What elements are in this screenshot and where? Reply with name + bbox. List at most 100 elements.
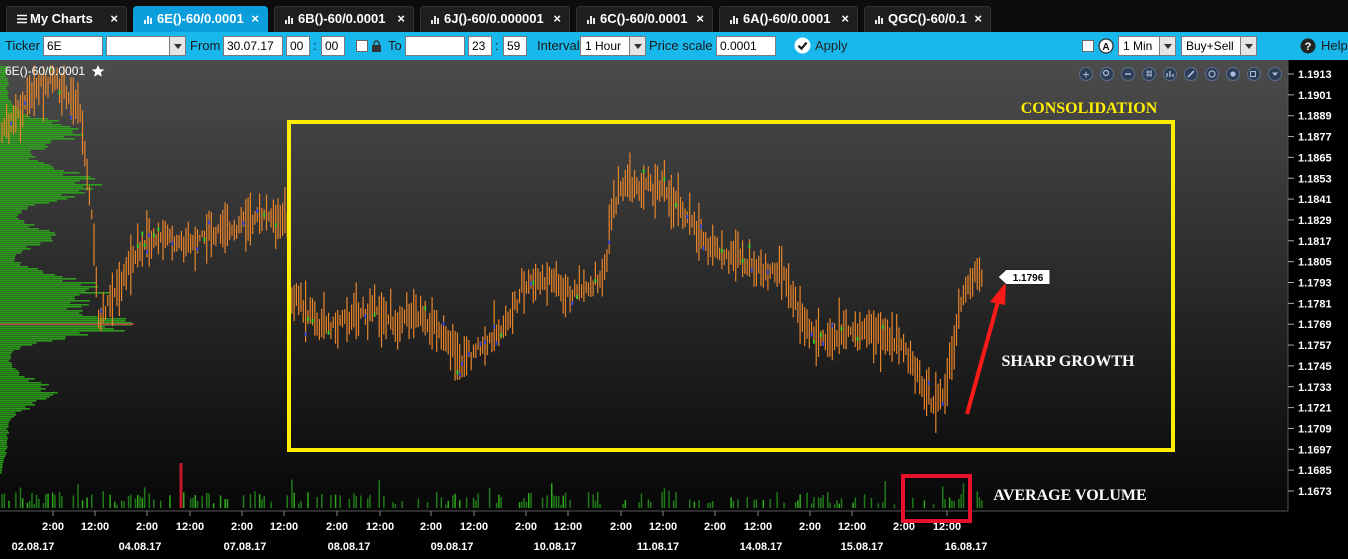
auto-icon[interactable]: A — [1098, 38, 1114, 54]
volume-bar — [137, 495, 139, 508]
timeframe-dropdown[interactable]: 1 Min — [1118, 36, 1176, 56]
chart-toolbar: Ticker From : To : Interval 1 Hour Price… — [0, 32, 1348, 60]
volume-profile-bar — [0, 148, 45, 150]
time-tick-label: 2:00 — [799, 521, 821, 533]
tab-my-charts[interactable]: My Charts × — [6, 6, 127, 32]
volume-profile-bar — [0, 78, 9, 80]
zoom-in-icon[interactable]: + — [1079, 67, 1093, 81]
time-tick-label: 12:00 — [744, 521, 772, 533]
gear-icon[interactable] — [1226, 67, 1240, 81]
to-minute-input[interactable] — [503, 36, 527, 56]
tab-chart-4[interactable]: 6C()-60/0.0001 × — [576, 6, 713, 32]
volume-bar — [134, 498, 137, 508]
volume-bar — [813, 496, 815, 508]
price-chart[interactable]: 1.1913 1.1901 1.1889 1.1877 1.1865 1.1853 1.18… — [0, 60, 1348, 559]
ticker-input[interactable] — [43, 36, 103, 56]
volume-profile-bar — [0, 182, 76, 184]
from-date-input[interactable] — [223, 36, 283, 56]
volume-profile-bar — [0, 316, 98, 318]
option-checkbox[interactable] — [1082, 40, 1094, 52]
volume-profile-bar — [0, 86, 7, 88]
volume-profile-bar — [0, 260, 15, 262]
volume-profile-bar — [0, 462, 4, 464]
volume-profile-bar — [0, 152, 31, 154]
ticker-dropdown[interactable] — [106, 36, 186, 56]
close-icon[interactable]: × — [110, 7, 118, 31]
close-icon[interactable]: × — [841, 7, 849, 31]
volume-bar — [806, 492, 808, 508]
volume-bar — [192, 497, 194, 508]
tab-chart-1[interactable]: 6E()-60/0.0001 × — [133, 6, 268, 32]
volume-profile-bar — [0, 384, 49, 386]
volume-bar — [960, 494, 962, 508]
price-tick-label: 1.1901 — [1298, 90, 1332, 102]
to-hour-input[interactable] — [468, 36, 492, 56]
volume-bar — [820, 497, 822, 508]
chart-canvas[interactable]: 1.1913 1.1901 1.1889 1.1877 1.1865 1.1853 1.18… — [0, 60, 1348, 559]
tab-label: My Charts — [30, 11, 93, 26]
bar-chart-icon[interactable] — [1163, 67, 1177, 81]
volume-profile-bar — [0, 168, 55, 170]
chevron-down-icon[interactable] — [1268, 67, 1282, 81]
expand-icon[interactable] — [1247, 67, 1261, 81]
volume-bar — [139, 496, 141, 508]
volume-profile-bar — [0, 402, 33, 404]
time-tick-label: 12:00 — [270, 521, 298, 533]
tab-chart-2[interactable]: 6B()-60/0.0001 × — [274, 6, 414, 32]
list-icon — [17, 14, 27, 24]
from-hour-input[interactable] — [286, 36, 310, 56]
to-date-input[interactable] — [405, 36, 465, 56]
tab-label: 6J()-60/0.000001 — [444, 11, 544, 26]
close-icon[interactable]: × — [974, 7, 982, 31]
from-minute-input[interactable] — [321, 36, 345, 56]
volume-bar — [852, 502, 854, 508]
volume-bar — [31, 492, 33, 508]
tab-chart-6[interactable]: QGC()-60/0.1 × — [864, 6, 991, 32]
volume-bar — [551, 483, 553, 508]
candle-tick — [484, 339, 486, 344]
pencil-icon[interactable] — [1184, 67, 1198, 81]
volume-profile-bar — [0, 432, 9, 434]
close-icon[interactable]: × — [553, 7, 561, 31]
volume-profile-bar — [0, 454, 6, 456]
time-tick-label: 2:00 — [704, 521, 726, 533]
zoom-icon[interactable] — [1100, 67, 1114, 81]
to-enable-checkbox[interactable] — [356, 40, 368, 52]
volume-profile-bar — [0, 450, 6, 452]
candle-tick — [70, 115, 72, 120]
volume-bar — [143, 487, 146, 508]
volume-profile-bar — [0, 246, 27, 248]
close-icon[interactable]: × — [397, 7, 405, 31]
volume-bar — [753, 500, 755, 508]
volume-profile-bar — [0, 306, 82, 308]
candle-tick — [171, 241, 174, 246]
to-label: To — [388, 38, 402, 53]
volume-bar — [523, 498, 525, 508]
volume-bar — [47, 493, 49, 508]
volume-bar — [472, 497, 475, 508]
volume-bar — [116, 504, 118, 508]
volume-profile-bar — [0, 138, 75, 140]
tab-chart-5[interactable]: 6A()-60/0.0001 × — [719, 6, 858, 32]
price-scale-input[interactable] — [716, 36, 776, 56]
grid-icon[interactable] — [1142, 67, 1156, 81]
volume-profile-bar — [0, 166, 54, 168]
candle-tick — [819, 332, 822, 337]
tab-label: 6C()-60/0.0001 — [600, 11, 688, 26]
close-icon[interactable]: × — [696, 7, 704, 31]
candle-tick — [741, 258, 744, 263]
volume-bar — [459, 500, 461, 508]
volume-bar — [530, 492, 532, 508]
date-tick-label: 16.08.17 — [945, 541, 988, 553]
refresh-icon[interactable] — [1205, 67, 1219, 81]
close-icon[interactable]: × — [251, 7, 259, 31]
zoom-out-icon[interactable] — [1121, 67, 1135, 81]
volume-bar — [884, 481, 886, 508]
side-value: Buy+Sell — [1186, 39, 1234, 53]
interval-dropdown[interactable]: 1 Hour — [580, 36, 646, 56]
volume-profile-bar — [0, 276, 63, 278]
lock-icon[interactable] — [371, 40, 382, 53]
price-tick-label: 1.1841 — [1298, 194, 1332, 206]
tab-chart-3[interactable]: 6J()-60/0.000001 × — [420, 6, 570, 32]
side-dropdown[interactable]: Buy+Sell — [1181, 36, 1257, 56]
